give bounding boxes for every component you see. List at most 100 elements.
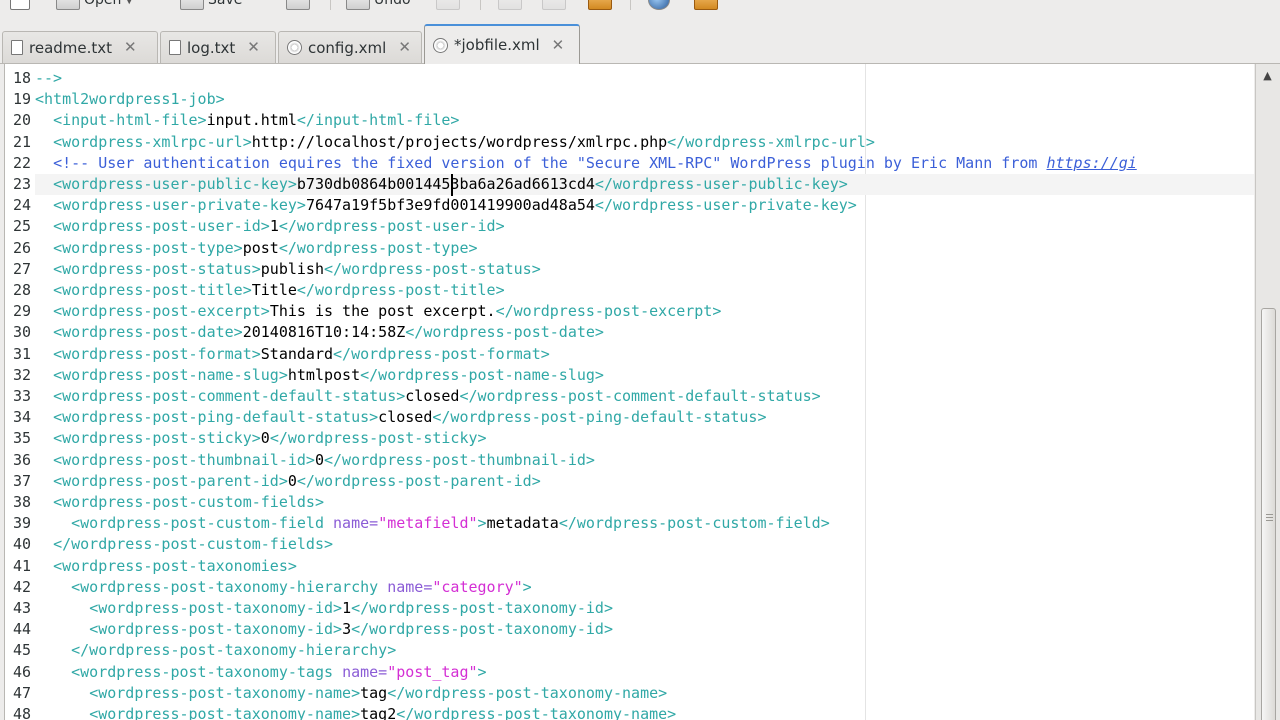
tab-jobfile[interactable]: *jobfile.xml ✕ bbox=[424, 24, 580, 64]
tab-readme[interactable]: readme.txt ✕ bbox=[2, 31, 158, 63]
code-line[interactable]: </wordpress-post-custom-fields> bbox=[35, 534, 333, 555]
code-token: <wordpress-post-taxonomy-tags bbox=[71, 662, 343, 681]
code-token: </wordpress-post-name-slug> bbox=[360, 365, 604, 384]
line-number: 28 bbox=[12, 281, 31, 299]
code-line[interactable]: <wordpress-post-status>publish</wordpres… bbox=[35, 259, 541, 280]
code-line[interactable]: <wordpress-post-taxonomy-name>tag2</word… bbox=[35, 704, 676, 720]
code-line[interactable]: <wordpress-post-ping-default-status>clos… bbox=[35, 407, 767, 428]
close-icon[interactable]: ✕ bbox=[124, 40, 137, 55]
code-line[interactable]: <wordpress-post-name-slug>htmlpost</word… bbox=[35, 365, 604, 386]
close-icon[interactable]: ✕ bbox=[398, 40, 411, 55]
code-token: </wordpress-post-ping-default-status> bbox=[432, 408, 767, 427]
code-line[interactable]: <wordpress-post-custom-fields> bbox=[35, 492, 324, 513]
code-token: htmlpost bbox=[287, 365, 361, 384]
code-line[interactable]: <wordpress-post-comment-default-status>c… bbox=[35, 386, 821, 407]
code-line[interactable]: <wordpress-post-taxonomy-id>1</wordpress… bbox=[35, 598, 613, 619]
save-button[interactable]: Save bbox=[180, 0, 242, 10]
close-icon[interactable]: ✕ bbox=[552, 37, 565, 53]
vertical-scrollbar[interactable]: ▲ bbox=[1255, 64, 1280, 720]
tab-label: log.txt bbox=[187, 38, 236, 57]
code-line[interactable]: <input-html-file>input.html</input-html-… bbox=[35, 110, 459, 131]
code-token: "category" bbox=[432, 577, 523, 596]
tab-config[interactable]: config.xml ✕ bbox=[278, 31, 422, 63]
code-link[interactable]: https://gi bbox=[1046, 154, 1136, 172]
line-number: 36 bbox=[12, 450, 31, 469]
code-token: > bbox=[477, 514, 487, 533]
line-number: 22 bbox=[12, 153, 31, 172]
code-line[interactable]: <wordpress-post-sticky>0</wordpress-post… bbox=[35, 428, 487, 449]
copy-button[interactable] bbox=[542, 0, 566, 10]
code-token: closed bbox=[378, 408, 433, 427]
new-button[interactable] bbox=[10, 0, 30, 10]
code-line[interactable]: <wordpress-post-taxonomy-name>tag</wordp… bbox=[35, 683, 667, 704]
code-line[interactable]: <wordpress-post-parent-id>0</wordpress-p… bbox=[35, 471, 541, 492]
scrollbar-thumb[interactable] bbox=[1261, 308, 1276, 720]
code-token: </wordpress-post-parent-id> bbox=[296, 471, 541, 490]
code-line[interactable]: --> bbox=[35, 68, 62, 89]
code-line[interactable]: <wordpress-post-format>Standard</wordpre… bbox=[35, 344, 550, 365]
code-line[interactable]: <wordpress-post-user-id>1</wordpress-pos… bbox=[35, 216, 505, 237]
line-number: 29 bbox=[12, 302, 31, 321]
code-line[interactable]: <wordpress-xmlrpc-url>http://localhost/p… bbox=[35, 132, 875, 153]
code-line[interactable]: </wordpress-post-taxonomy-hierarchy> bbox=[35, 640, 396, 661]
code-token: <wordpress-post-taxonomy-name> bbox=[89, 683, 361, 702]
scroll-up-arrow-icon[interactable]: ▲ bbox=[1259, 66, 1276, 84]
code-line[interactable]: <!-- User authentication equires the fix… bbox=[35, 153, 1137, 174]
open-button[interactable]: Open ▼ bbox=[56, 0, 133, 10]
line-number-gutter: 18 19 20 21 22 23 24 25 26 27 28 29 30 31 32 33 34 35 36 37… bbox=[5, 64, 35, 720]
code-token: metadata bbox=[486, 514, 559, 533]
code-line[interactable]: <wordpress-post-date>20140816T10:14:58Z<… bbox=[35, 322, 604, 343]
code-token: input.html bbox=[206, 111, 297, 130]
code-token: <wordpress-user-public-key> bbox=[53, 175, 297, 193]
code-token: > bbox=[522, 577, 532, 596]
line-number: 48 bbox=[12, 705, 31, 720]
code-area[interactable]: --> <html2wordpress1-job> <input-html-fil… bbox=[35, 64, 1254, 720]
line-number: 18 bbox=[12, 69, 31, 87]
find-button[interactable] bbox=[648, 0, 670, 10]
code-line[interactable]: <wordpress-post-taxonomies> bbox=[35, 556, 297, 577]
code-line[interactable]: <wordpress-post-taxonomy-tags name="post… bbox=[35, 662, 486, 683]
code-line[interactable]: <wordpress-post-title>Title</wordpress-p… bbox=[35, 280, 505, 301]
line-number: 23 bbox=[12, 175, 31, 193]
close-icon[interactable]: ✕ bbox=[247, 40, 260, 55]
line-number: 32 bbox=[12, 365, 31, 384]
line-number: 34 bbox=[12, 408, 31, 427]
print-button[interactable] bbox=[286, 0, 310, 10]
line-number: 39 bbox=[12, 514, 31, 533]
redo-button[interactable] bbox=[436, 0, 460, 10]
replace-button[interactable] bbox=[694, 0, 718, 10]
scrollbar-grip bbox=[1266, 514, 1273, 515]
code-token: </wordpress-post-taxonomy-name> bbox=[387, 683, 668, 702]
code-token: <wordpress-post-custom-field bbox=[71, 514, 334, 533]
code-token: <wordpress-post-taxonomy-id> bbox=[89, 620, 343, 639]
undo-button[interactable]: Undo bbox=[346, 0, 411, 10]
cut-button[interactable] bbox=[498, 0, 522, 10]
tab-log[interactable]: log.txt ✕ bbox=[160, 31, 276, 63]
code-editor[interactable]: 18 19 20 21 22 23 24 25 26 27 28 29 30 31 32 33 34 35 36 37… bbox=[4, 64, 1254, 720]
code-line[interactable]: <wordpress-post-custom-field name="metaf… bbox=[35, 513, 830, 534]
code-line[interactable]: <html2wordpress1-job> bbox=[35, 89, 225, 110]
code-line[interactable]: <wordpress-post-type>post</wordpress-pos… bbox=[35, 238, 477, 259]
code-token: 20140816T10:14:58Z bbox=[242, 323, 406, 342]
code-token: <wordpress-post-format> bbox=[53, 344, 261, 363]
paste-button[interactable] bbox=[588, 0, 612, 10]
code-line[interactable]: <wordpress-user-public-key>b730db0864b00… bbox=[35, 174, 1254, 196]
code-token: </wordpress-post-custom-field> bbox=[558, 514, 830, 533]
code-line[interactable]: <wordpress-post-taxonomy-hierarchy name=… bbox=[35, 577, 532, 598]
code-line[interactable]: <wordpress-post-thumbnail-id>0</wordpres… bbox=[35, 450, 595, 471]
code-line[interactable]: <wordpress-post-taxonomy-id>3</wordpress… bbox=[35, 619, 613, 640]
scrollbar-track[interactable] bbox=[1260, 86, 1276, 720]
code-line[interactable]: <wordpress-user-private-key>7647a19f5bf3… bbox=[35, 195, 857, 216]
line-number: 24 bbox=[12, 196, 31, 215]
code-line[interactable]: <wordpress-post-excerpt>This is the post… bbox=[35, 301, 721, 322]
